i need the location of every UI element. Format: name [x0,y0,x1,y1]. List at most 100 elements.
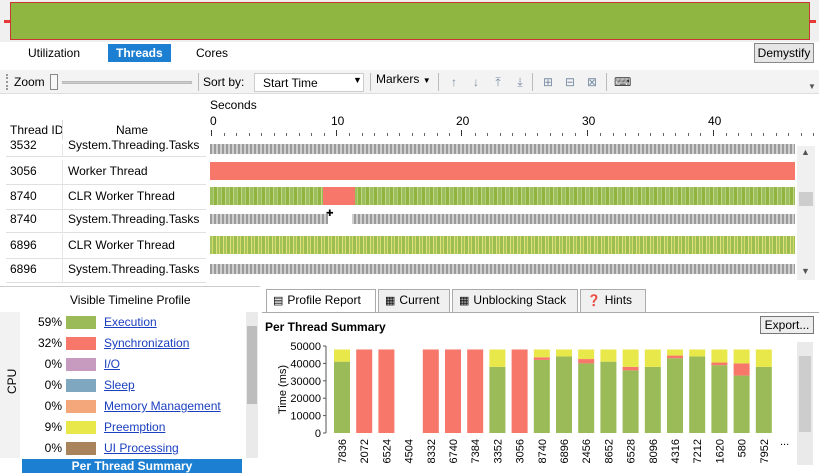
minor-tick [374,133,376,136]
minor-tick [750,133,752,136]
overview-activity-bar[interactable] [10,2,810,40]
bar-segment-execution [578,363,595,433]
category-link[interactable]: Sleep [104,378,135,392]
category-percent: 0% [44,441,62,455]
tab-utilization[interactable]: Utilization [20,44,88,62]
y-tick-label: 20000 [290,393,321,405]
category-link[interactable]: Synchronization [104,336,189,350]
move-to-bottom-icon[interactable]: ⤓ [512,74,528,90]
thread-lane[interactable] [210,214,795,224]
tick-label: 10 [331,114,345,128]
thread-id-cell[interactable]: 8740 [10,212,37,226]
thread-lane[interactable] [210,162,795,180]
x-tick-label: 7836 [337,439,349,463]
y-tick-label: 10000 [290,411,321,423]
minor-tick [549,133,551,136]
tab-unblocking-stack[interactable]: ▦ Unblocking Stack [452,289,578,312]
category-link[interactable]: Preemption [104,420,165,434]
profile-scroll-thumb[interactable] [247,326,257,404]
zoom-slider-thumb[interactable] [50,74,58,90]
minor-tick [386,133,388,136]
thread-id-cell[interactable]: 6896 [10,238,37,252]
minor-tick [800,133,802,136]
bar-segment-preemption [622,349,639,367]
tab-cores[interactable]: Cores [188,44,236,62]
bar-segment-preemption [533,349,550,358]
demystify-button[interactable]: Demystify [754,43,814,63]
x-tick-label: 7212 [692,439,704,463]
header-divider [62,120,63,140]
thread-id-header[interactable]: Thread ID [10,123,63,137]
zoom-slider-track[interactable] [62,81,192,84]
move-to-top-icon[interactable]: ⤒ [490,74,506,90]
sort-by-select[interactable]: Start Time ▼ [254,73,364,92]
stack-icon: ▦ [459,295,470,307]
tab-hints[interactable]: ❓ Hints [580,289,646,312]
markers-menu[interactable]: Markers ▼ [376,72,431,86]
profile-title: Visible Timeline Profile [70,293,191,307]
tab-threads[interactable]: Threads [108,44,171,62]
filter-add-icon[interactable]: ⊞ [540,74,556,90]
x-tick-label: 6528 [626,439,638,463]
tab-current[interactable]: ▦ Current [378,289,450,312]
thread-id-cell[interactable]: 3532 [10,138,37,152]
timeline-vertical-scrollbar[interactable]: ▲ ▼ [797,146,815,280]
y-tick-label: 30000 [290,376,321,388]
thread-name-cell[interactable]: Worker Thread [68,164,148,178]
thread-id-cell[interactable]: 8740 [10,189,37,203]
row-separator [6,258,206,259]
thread-lane[interactable] [210,144,795,154]
x-tick-label: 6524 [381,439,393,463]
arrow-up-icon[interactable]: ↑ [446,74,462,90]
scroll-up-icon[interactable]: ▲ [801,147,810,157]
thread-lane[interactable] [210,236,795,254]
overview-left-marker[interactable] [4,20,10,23]
scroll-down-icon[interactable]: ▼ [801,266,810,276]
minor-tick [775,133,777,136]
minor-tick [700,133,702,136]
category-link[interactable]: Memory Management [104,399,221,413]
name-header[interactable]: Name [116,123,148,137]
thread-lane[interactable] [210,264,795,274]
thread-id-cell[interactable]: 6896 [10,262,37,276]
column-divider [62,185,63,209]
thread-name-cell[interactable]: System.Threading.Tasks [68,138,199,152]
chart-scroll-thumb[interactable] [799,356,811,432]
category-swatch [66,316,96,329]
minor-tick [813,133,815,136]
toolbar-separator [198,73,199,91]
thread-lane[interactable] [210,187,795,205]
bar-segment-execution [644,366,661,433]
minor-tick [449,133,451,136]
thread-name-cell[interactable]: CLR Worker Thread [68,238,175,252]
minor-tick [273,133,275,136]
tick-label: 0 [210,114,217,128]
thread-column-header: Thread ID Name [0,96,208,140]
column-divider [62,258,63,282]
filter-clear-icon[interactable]: ⊠ [584,74,600,90]
major-tick [587,130,588,136]
arrow-down-icon[interactable]: ↓ [468,74,484,90]
minor-tick [625,133,627,136]
tab-profile-report[interactable]: ▤ Profile Report [266,289,376,312]
per-thread-summary-item[interactable]: Per Thread Summary [22,459,242,473]
export-button[interactable]: Export... [760,316,814,334]
bar-segment-execution [667,358,683,433]
thread-name-cell[interactable]: CLR Worker Thread [68,189,175,203]
sort-by-label: Sort by: [203,75,245,89]
filter-remove-icon[interactable]: ⊟ [562,74,578,90]
timeline-scroll-thumb[interactable] [799,192,813,206]
synchronization-segment[interactable] [323,187,355,205]
row-separator [6,282,206,283]
category-link[interactable]: Execution [104,315,157,329]
toolbar-overflow-icon[interactable]: ▼ [808,82,816,91]
thread-id-cell[interactable]: 3056 [10,164,37,178]
toolbar-separator [606,73,607,91]
category-link[interactable]: I/O [104,357,120,371]
overview-right-marker[interactable] [810,20,816,23]
category-link[interactable]: UI Processing [104,441,179,455]
minor-tick [361,133,363,136]
thread-name-cell[interactable]: System.Threading.Tasks [68,212,199,226]
thread-name-cell[interactable]: System.Threading.Tasks [68,262,199,276]
keyboard-icon[interactable]: ⌨ [614,74,631,90]
